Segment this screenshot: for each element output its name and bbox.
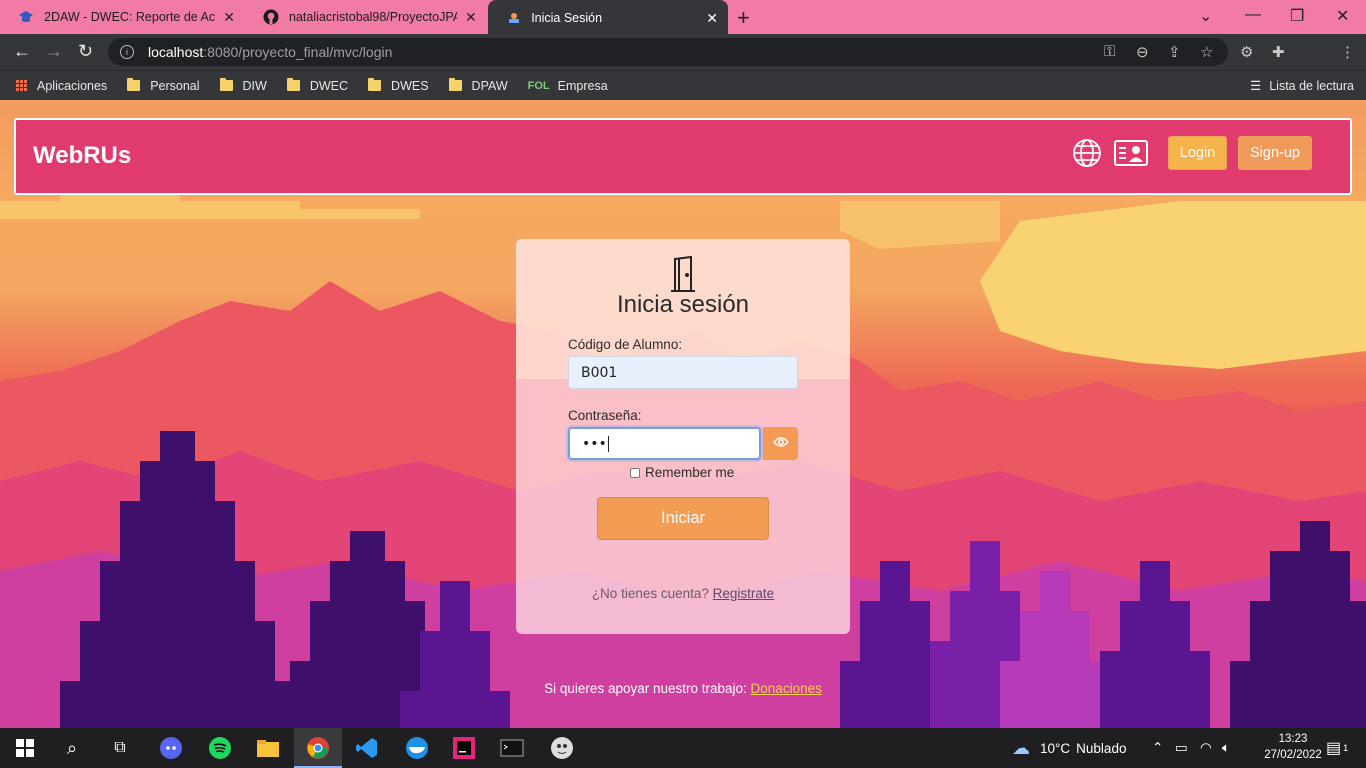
tab-dwec[interactable]: 2DAW - DWEC: Reporte de Activi ✕ bbox=[0, 0, 245, 34]
file-explorer-icon[interactable] bbox=[256, 736, 280, 760]
system-clock[interactable]: 13:23 27/02/2022 bbox=[1262, 731, 1324, 763]
bookmark-dpaw[interactable]: DPAW bbox=[448, 78, 508, 93]
address-bar-row: ← → ↻ i localhost:8080/proyecto_final/mv… bbox=[0, 34, 1366, 96]
brand-logo[interactable]: WebRUs bbox=[33, 142, 131, 170]
globe-icon[interactable] bbox=[1072, 138, 1102, 173]
folder-icon bbox=[368, 78, 382, 91]
remember-label: Remember me bbox=[645, 465, 735, 480]
support-footer: Si quieres apoyar nuestro trabajo: Donac… bbox=[0, 681, 1366, 696]
no-account-row: ¿No tienes cuenta? Registrate bbox=[516, 586, 850, 601]
task-view-icon[interactable]: ⧉ bbox=[108, 736, 132, 760]
key-icon[interactable]: ⚿ bbox=[1104, 43, 1115, 60]
site-header: WebRUs Login Sign-up bbox=[14, 118, 1352, 195]
browser-tab-strip: 2DAW - DWEC: Reporte de Activi ✕ natalia… bbox=[0, 0, 1366, 36]
bookmark-empresa[interactable]: FOL Empresa bbox=[528, 79, 608, 93]
folder-icon bbox=[219, 78, 233, 91]
login-button[interactable]: Login bbox=[1168, 136, 1227, 170]
folder-icon bbox=[286, 78, 300, 91]
windows-taskbar: ⌕ ⧉ ☁ 10°C Nublado ⌃ ▭ ◠ 🔈︎ 13:23 27/02/… bbox=[0, 728, 1366, 768]
puzzle-icon[interactable]: ✚ bbox=[1272, 43, 1285, 61]
weather-widget[interactable]: ☁ 10°C Nublado bbox=[1012, 728, 1126, 768]
password-dots: ••• bbox=[582, 435, 607, 452]
bookmark-personal[interactable]: Personal bbox=[127, 78, 200, 93]
notification-count: 1 bbox=[1343, 743, 1349, 753]
donate-link[interactable]: Donaciones bbox=[751, 681, 822, 696]
notifications-icon[interactable]: ▤ 1 bbox=[1326, 728, 1348, 768]
eye-icon bbox=[772, 435, 789, 453]
list-icon: ☰ bbox=[1250, 79, 1262, 93]
search-icon[interactable]: ⌕ bbox=[60, 736, 84, 760]
info-icon[interactable]: i bbox=[120, 45, 134, 59]
login-title: Inicia sesión bbox=[616, 291, 750, 318]
text-caret bbox=[607, 435, 609, 452]
password-label: Contraseña: bbox=[568, 408, 642, 423]
support-text: Si quieres apoyar nuestro trabajo: bbox=[544, 681, 747, 696]
login-card: Inicia sesión Código de Alumno: B001 Con… bbox=[516, 239, 850, 634]
tab-search-icon[interactable]: ⌄ bbox=[1199, 6, 1212, 26]
page-viewport: WebRUs Login Sign-up Inicia sesión Códig… bbox=[0, 101, 1366, 728]
zoom-icon[interactable]: ⊖ bbox=[1136, 43, 1149, 61]
remember-checkbox[interactable] bbox=[630, 467, 640, 478]
bookmarks-bar: Aplicaciones Personal DIW DWEC DWES DPAW… bbox=[0, 70, 1366, 100]
discord-icon[interactable] bbox=[159, 736, 183, 760]
register-link[interactable]: Registrate bbox=[713, 586, 775, 601]
fol-logo-icon: FOL bbox=[527, 79, 550, 92]
spotify-icon[interactable] bbox=[208, 736, 232, 760]
remember-me[interactable]: Remember me bbox=[630, 465, 734, 480]
close-icon[interactable]: ✕ bbox=[706, 10, 718, 27]
code-label: Código de Alumno: bbox=[568, 337, 683, 352]
new-tab-icon[interactable]: + bbox=[737, 5, 750, 31]
reading-list[interactable]: ☰ Lista de lectura bbox=[1250, 78, 1354, 94]
star-icon[interactable]: ☆ bbox=[1200, 43, 1213, 61]
close-icon[interactable]: ✕ bbox=[465, 9, 477, 26]
battery-icon[interactable]: ▭ bbox=[1175, 728, 1188, 768]
tab-github[interactable]: nataliacristobal98/ProyectoJPA: P ✕ bbox=[245, 0, 487, 34]
cloud-icon: ☁ bbox=[1012, 737, 1030, 758]
url-field[interactable]: i localhost:8080/proyecto_final/mvc/logi… bbox=[108, 38, 1228, 66]
back-icon[interactable]: ← bbox=[13, 41, 31, 62]
extension-gear-icon[interactable]: ⚙ bbox=[1240, 43, 1253, 61]
bookmark-dwes[interactable]: DWES bbox=[368, 78, 429, 93]
terminal-icon[interactable] bbox=[500, 736, 524, 760]
bookmark-dwec[interactable]: DWEC bbox=[286, 78, 348, 93]
close-icon[interactable]: ✕ bbox=[223, 9, 235, 26]
folder-icon bbox=[127, 78, 141, 91]
bookmark-diw[interactable]: DIW bbox=[219, 78, 267, 93]
page-icon bbox=[506, 10, 521, 26]
tab-inicia-sesion[interactable]: Inicia Sesión ✕ bbox=[488, 0, 728, 36]
forward-icon[interactable]: → bbox=[45, 41, 63, 62]
submit-button[interactable]: Iniciar bbox=[597, 497, 769, 540]
contact-card-icon[interactable] bbox=[1114, 138, 1148, 173]
github-icon bbox=[263, 9, 279, 25]
intellij-icon[interactable] bbox=[452, 736, 476, 760]
docker-icon[interactable] bbox=[404, 736, 428, 760]
menu-dots-icon[interactable]: ⋮ bbox=[1340, 43, 1355, 61]
apps-grid-icon bbox=[16, 80, 27, 91]
windows-start-icon[interactable] bbox=[13, 736, 37, 760]
toggle-password-button[interactable] bbox=[763, 427, 798, 460]
student-code-input[interactable]: B001 bbox=[568, 356, 798, 389]
vscode-icon[interactable] bbox=[355, 736, 379, 760]
no-account-text: ¿No tienes cuenta? bbox=[591, 586, 709, 601]
restore-icon[interactable]: ❐ bbox=[1290, 6, 1304, 26]
password-input[interactable]: ••• bbox=[568, 427, 761, 460]
reload-icon[interactable]: ↻ bbox=[78, 41, 93, 62]
wifi-icon[interactable]: ◠ bbox=[1200, 728, 1212, 768]
folder-icon bbox=[448, 78, 462, 91]
close-window-icon[interactable]: ✕ bbox=[1336, 6, 1349, 26]
minimize-icon[interactable]: — bbox=[1245, 6, 1261, 24]
gimp-icon[interactable] bbox=[550, 736, 574, 760]
graduation-cap-icon bbox=[18, 9, 34, 25]
tray-chevron-icon[interactable]: ⌃ bbox=[1152, 728, 1163, 768]
signup-button[interactable]: Sign-up bbox=[1238, 136, 1312, 170]
volume-icon[interactable]: 🔈︎ bbox=[1222, 728, 1230, 768]
share-icon[interactable]: ⇪ bbox=[1168, 43, 1181, 61]
chrome-icon[interactable] bbox=[306, 736, 330, 760]
bookmark-apps[interactable]: Aplicaciones bbox=[16, 79, 107, 93]
